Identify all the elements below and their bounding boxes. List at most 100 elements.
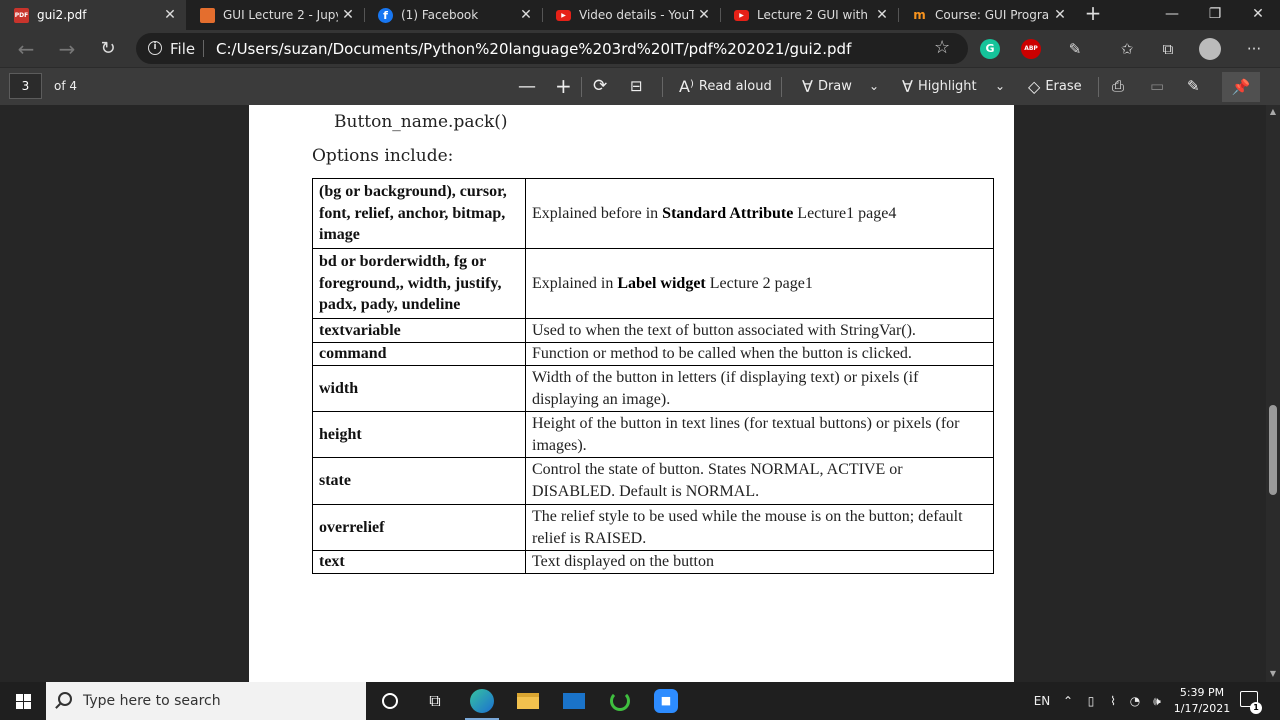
zoom-in-button[interactable]: + (555, 73, 572, 99)
highlight-options-chevron-down-icon[interactable]: ⌄ (995, 73, 1005, 99)
vertical-scrollbar[interactable]: ▲ ▼ (1266, 105, 1280, 682)
volume-icon[interactable]: 🕪 (1148, 682, 1166, 720)
language-indicator[interactable]: EN (1030, 682, 1054, 720)
navigation-bar: ← → ↻ i File C:/Users/suzan/Documents/Py… (0, 30, 1280, 67)
new-tab-button[interactable]: + (1082, 3, 1104, 25)
chevron-up-icon[interactable]: ⌃ (1060, 682, 1076, 720)
save-icon[interactable]: ▭ (1150, 73, 1164, 99)
wifi-icon[interactable]: ◔ (1126, 682, 1144, 720)
option-cell: text (312, 550, 526, 574)
fit-page-button[interactable]: ⊟ (630, 73, 643, 99)
clock-time: 5:39 PM (1179, 686, 1225, 699)
table-row: command Function or method to be called … (312, 342, 994, 366)
close-icon[interactable]: ✕ (160, 7, 180, 23)
extension-icon[interactable]: ✎ (1064, 38, 1086, 60)
rotate-button[interactable]: ⟳ (593, 73, 607, 99)
option-cell: height (312, 411, 526, 458)
description-cell: Explained in Label widget Lecture 2 page… (525, 248, 994, 319)
scheme-label: File (170, 40, 196, 58)
erase-button[interactable]: ◇ Erase (1028, 73, 1082, 99)
spinner-app-icon[interactable] (597, 682, 643, 720)
url-input[interactable]: C:/Users/suzan/Documents/Python%20langua… (216, 40, 851, 58)
address-bar[interactable]: i File C:/Users/suzan/Documents/Python%2… (136, 33, 968, 64)
tab-strip: PDF gui2.pdf ✕ GUI Lecture 2 - Jupyter ✕… (0, 0, 1280, 30)
description-cell: Width of the button in letters (if displ… (525, 365, 994, 412)
favorites-icon[interactable]: ✩ (1116, 38, 1138, 60)
back-button[interactable]: ← (12, 35, 40, 63)
close-window-button[interactable]: ✕ (1236, 0, 1280, 30)
close-icon[interactable]: ✕ (872, 7, 892, 23)
more-menu-icon[interactable]: ··· (1243, 38, 1265, 60)
start-button[interactable] (0, 682, 46, 720)
table-row: overrelief The relief style to be used w… (312, 504, 994, 551)
windows-taskbar: Type here to search ⧉ ■ EN ⌃ ▯ ⌇ ◔ 🕪 5:3… (0, 682, 1280, 720)
zoom-icon[interactable]: ■ (643, 682, 689, 720)
scroll-down-arrow-icon[interactable]: ▼ (1266, 669, 1280, 678)
edge-icon[interactable] (459, 682, 505, 720)
table-row: text Text displayed on the button (312, 550, 994, 574)
taskbar-clock[interactable]: 5:39 PM 1/17/2021 (1172, 685, 1232, 717)
print-icon[interactable]: ⎙ (1112, 73, 1124, 99)
tab-jupyter[interactable]: GUI Lecture 2 - Jupyter ✕ (186, 0, 364, 30)
close-icon[interactable]: ✕ (694, 7, 714, 23)
tab-youtube-lecture[interactable]: ▶ Lecture 2 GUI with Pyth ✕ (720, 0, 898, 30)
draw-icon: ∀ (802, 76, 813, 96)
toolbar-separator (1098, 77, 1099, 97)
page-number-input[interactable]: 3 (9, 73, 42, 99)
search-placeholder: Type here to search (83, 693, 221, 709)
notification-badge: 1 (1250, 702, 1262, 714)
network-icon[interactable]: ⌇ (1104, 682, 1122, 720)
battery-icon[interactable]: ▯ (1082, 682, 1100, 720)
eraser-icon: ◇ (1028, 76, 1041, 96)
refresh-button[interactable]: ↻ (94, 35, 122, 63)
tab-title: Lecture 2 GUI with Pyth (757, 8, 872, 22)
option-cell: command (312, 342, 526, 366)
table-row: bd or borderwidth, fg or foreground,, wi… (312, 248, 994, 319)
tab-gui2-pdf[interactable]: PDF gui2.pdf ✕ (0, 0, 186, 30)
page-count-label: of 4 (54, 79, 78, 93)
grammarly-icon[interactable]: G (980, 39, 1000, 59)
draw-button[interactable]: ∀ Draw (802, 73, 852, 99)
facebook-icon: f (378, 7, 393, 23)
pin-toolbar-icon[interactable]: 📌 (1222, 72, 1260, 102)
draw-options-chevron-down-icon[interactable]: ⌄ (869, 73, 879, 99)
tab-facebook[interactable]: f (1) Facebook ✕ (364, 0, 542, 30)
collections-icon[interactable]: ⧉ (1157, 38, 1179, 60)
description-text: Explained in (532, 274, 618, 292)
windows-logo-icon (24, 702, 31, 709)
pdf-viewport[interactable]: Button_name.pack() Options include: (bg … (0, 105, 1266, 682)
close-icon[interactable]: ✕ (1050, 7, 1070, 23)
highlight-button[interactable]: ∀ Highlight (902, 73, 977, 99)
erase-label: Erase (1045, 78, 1082, 94)
cortana-icon[interactable] (367, 682, 413, 720)
tab-title: Video details - YouTube (579, 8, 694, 22)
jupyter-icon (200, 7, 215, 23)
pdf-icon: PDF (14, 7, 29, 23)
tab-moodle-course[interactable]: m Course: GUI Programm ✕ (898, 0, 1076, 30)
forward-button[interactable]: → (53, 35, 81, 63)
scroll-thumb[interactable] (1269, 405, 1277, 495)
table-row: width Width of the button in letters (if… (312, 365, 994, 412)
save-as-icon[interactable]: ✎ (1187, 73, 1200, 99)
read-aloud-button[interactable]: A⁾ Read aloud (679, 73, 772, 99)
mail-icon[interactable] (551, 682, 597, 720)
profile-avatar[interactable] (1199, 38, 1221, 60)
restore-button[interactable]: ❐ (1193, 0, 1237, 30)
highlight-icon: ∀ (902, 76, 913, 96)
tab-youtube-video-details[interactable]: ▶ Video details - YouTube ✕ (542, 0, 720, 30)
adblock-icon[interactable]: ABP (1021, 39, 1041, 59)
task-view-icon[interactable]: ⧉ (412, 682, 458, 720)
zoom-out-button[interactable]: — (518, 73, 536, 99)
taskbar-search-input[interactable]: Type here to search (46, 682, 366, 720)
pdf-page: Button_name.pack() Options include: (bg … (249, 105, 1014, 682)
minimize-button[interactable]: — (1150, 0, 1194, 30)
scroll-up-arrow-icon[interactable]: ▲ (1266, 107, 1280, 116)
file-explorer-icon[interactable] (505, 682, 551, 720)
option-cell: bd or borderwidth, fg or foreground,, wi… (312, 248, 526, 319)
info-icon[interactable]: i (148, 41, 162, 55)
close-icon[interactable]: ✕ (338, 7, 358, 23)
favorite-star-icon[interactable]: ☆ (934, 37, 950, 58)
toolbar-separator (781, 77, 782, 97)
description-cell: The relief style to be used while the mo… (525, 504, 994, 551)
close-icon[interactable]: ✕ (516, 7, 536, 23)
